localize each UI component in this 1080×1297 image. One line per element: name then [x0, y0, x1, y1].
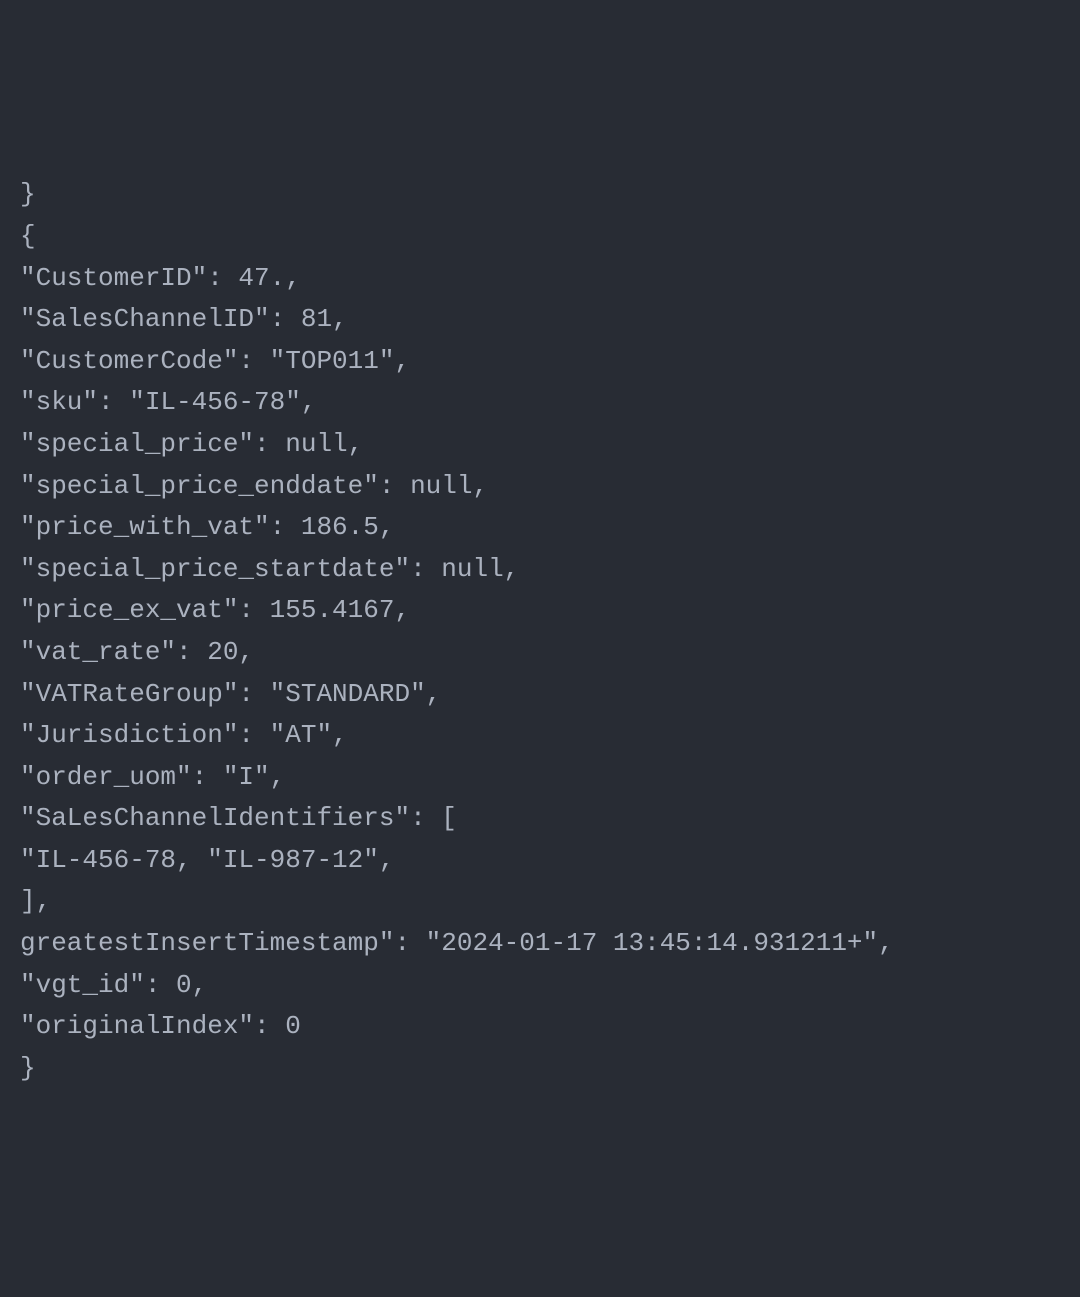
code-line: "vgt_id": 0, — [20, 965, 1060, 1007]
code-line: } — [20, 1048, 1060, 1090]
code-line: "sku": "IL-456-78", — [20, 382, 1060, 424]
code-line: "special_price_startdate": null, — [20, 549, 1060, 591]
code-line: "special_price": null, — [20, 424, 1060, 466]
code-line: "IL-456-78, "IL-987-12", — [20, 840, 1060, 882]
code-line: "Jurisdiction": "AT", — [20, 715, 1060, 757]
code-line: "VATRateGroup": "STANDARD", — [20, 674, 1060, 716]
code-line: "vat_rate": 20, — [20, 632, 1060, 674]
code-line: "price_with_vat": 186.5, — [20, 507, 1060, 549]
code-line: "price_ex_vat": 155.4167, — [20, 590, 1060, 632]
code-line: "SalesChannelID": 81, — [20, 299, 1060, 341]
code-block: }{"CustomerID": 47.,"SalesChannelID": 81… — [20, 174, 1060, 1089]
code-line: "special_price_enddate": null, — [20, 466, 1060, 508]
code-line: "CustomerCode": "TOP011", — [20, 341, 1060, 383]
code-line: "CustomerID": 47., — [20, 258, 1060, 300]
code-line: { — [20, 216, 1060, 258]
code-line: "order_uom": "I", — [20, 757, 1060, 799]
code-line: greatestInsertTimestamp": "2024-01-17 13… — [20, 923, 1060, 965]
code-line: } — [20, 174, 1060, 216]
code-line: "originalIndex": 0 — [20, 1006, 1060, 1048]
code-line: "SaLesChannelIdentifiers": [ — [20, 798, 1060, 840]
code-line: ], — [20, 881, 1060, 923]
